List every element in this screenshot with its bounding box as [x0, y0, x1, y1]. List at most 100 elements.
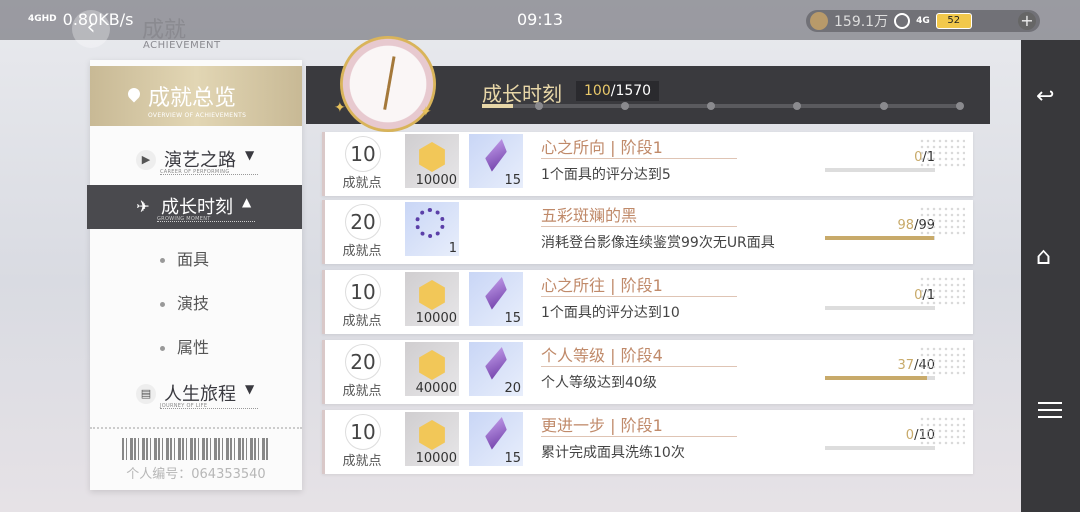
divider [160, 408, 258, 409]
progress-fill [825, 376, 927, 380]
progress-bar [825, 376, 935, 380]
divider [160, 174, 258, 175]
header-progress: 100/1570 [576, 81, 660, 101]
points-label: 成就点 [342, 176, 382, 191]
reward-count: 1 [448, 241, 457, 256]
status-right: 159.1万 4G 52 + [806, 10, 1040, 32]
crystal-icon [482, 274, 511, 312]
progress-current: 0 [905, 428, 915, 443]
reward-item[interactable]: 10000 [405, 134, 459, 188]
progress-bar [825, 236, 935, 240]
system-nav-bar [1021, 40, 1080, 512]
achievement-row[interactable]: 20成就点1五彩斑斓的黑消耗登台影像连续鉴赏99次无UR面具98/99 [322, 200, 973, 264]
bullet-icon [160, 258, 165, 263]
reward-item[interactable]: 15 [469, 412, 523, 466]
achievement-desc: 消耗登台影像连续鉴赏99次无UR面具 [541, 235, 775, 251]
achievement-row[interactable]: 20成就点4000020个人等级 | 阶段4个人等级达到40级37/40 [322, 340, 973, 404]
points-value: 10 [345, 136, 381, 172]
plane-icon: ✈ [136, 197, 150, 216]
title-underline [541, 158, 737, 159]
chevron-down-icon: ▼ [245, 382, 255, 396]
medal-icon [419, 142, 445, 172]
progress-bar [825, 306, 935, 310]
achievement-row[interactable]: 10成就点1000015心之所往 | 阶段11个面具的评分达到100/1 [322, 270, 973, 334]
progress-bar [825, 446, 935, 450]
progress-total: /1570 [610, 83, 652, 99]
medal-icon [419, 350, 445, 380]
milestone-dot [793, 102, 802, 110]
progress-current: 37 [897, 358, 915, 373]
sidebar-subitem-attribute[interactable]: 属性 [160, 334, 209, 358]
chevron-down-icon: ▼ [245, 148, 255, 162]
reward-count: 15 [504, 311, 521, 326]
sidebar-subitem-acting[interactable]: 演技 [160, 290, 209, 314]
coin-icon [810, 12, 828, 30]
progress-current: 100 [584, 83, 611, 99]
reward-count: 10000 [415, 311, 457, 326]
achievement-desc: 个人等级达到40级 [541, 375, 657, 391]
milestone-dot [535, 102, 544, 110]
crystal-icon [482, 414, 511, 452]
dot-pattern [919, 276, 965, 306]
title-underline [541, 366, 737, 367]
sidebar-item-career[interactable]: ▶ 演艺之路 ▼ CAREER OF PERFORMING [90, 138, 302, 182]
crystal-icon [482, 344, 511, 382]
achievement-row[interactable]: 10成就点1000015心之所向 | 阶段11个面具的评分达到50/1 [322, 132, 973, 196]
mask-icon [415, 208, 445, 238]
achievement-row[interactable]: 10成就点1000015更进一步 | 阶段1累计完成面具洗练10次0/10 [322, 410, 973, 474]
crystal-icon [482, 136, 511, 174]
coin-count: 159.1万 [834, 14, 889, 30]
dot-pattern [919, 416, 965, 446]
achievement-points: 10 成就点 [331, 410, 393, 474]
overview-tab[interactable]: 成就总览 OVERVIEW OF ACHIEVEMENTS [90, 66, 302, 126]
back-button[interactable]: ‹ [72, 10, 110, 48]
achievement-points: 10 成就点 [331, 132, 393, 196]
back-arrow-icon[interactable]: ↩ [1036, 86, 1062, 108]
reward-item[interactable]: 15 [469, 272, 523, 326]
subitem-label: 面具 [177, 250, 210, 269]
medal-icon [419, 420, 445, 450]
home-icon[interactable]: ⌂ [1036, 244, 1066, 268]
points-label: 成就点 [342, 244, 382, 259]
bullet-icon [160, 302, 165, 307]
sidebar: 成就总览 OVERVIEW OF ACHIEVEMENTS ▶ 演艺之路 ▼ C… [87, 60, 302, 490]
reward-item[interactable]: 20 [469, 342, 523, 396]
clock-hand [383, 87, 390, 110]
subitem-label: 属性 [177, 338, 210, 357]
network-label: 4G [916, 16, 930, 26]
achievement-desc: 1个面具的评分达到5 [541, 167, 671, 183]
reward-item[interactable]: 10000 [405, 412, 459, 466]
achievement-points: 20 成就点 [331, 340, 393, 404]
sidebar-item-journey[interactable]: ▤ 人生旅程 ▼ JOURNEY OF LIFE [90, 372, 302, 416]
player-id: 个人编号：064353540 [126, 467, 266, 482]
reward-item[interactable]: 40000 [405, 342, 459, 396]
dot-pattern [919, 206, 965, 236]
milestone-dot [956, 102, 964, 110]
progress-bar [825, 168, 935, 172]
points-value: 10 [345, 274, 381, 310]
sidebar-subitem-mask[interactable]: 面具 [160, 246, 209, 270]
title-underline [541, 296, 737, 297]
achievement-title: 个人等级 | 阶段4 [541, 346, 663, 365]
reward-count: 10000 [415, 451, 457, 466]
milestone-dot [879, 102, 888, 110]
points-value: 10 [345, 414, 381, 450]
milestone-dot [707, 102, 716, 110]
achievement-title: 心之所往 | 阶段1 [541, 276, 663, 295]
document-icon: ▤ [136, 384, 156, 404]
reward-count: 15 [504, 173, 521, 188]
sidebar-item-growing[interactable]: ✈ 成长时刻 ▲ GROWING MOMENT [87, 185, 302, 229]
camera-icon: ▶ [136, 150, 156, 170]
divider [157, 221, 255, 222]
subitem-label: 演技 [177, 294, 210, 313]
reward-item[interactable]: 10000 [405, 272, 459, 326]
page-subtitle: ACHIEVEMENT [143, 40, 221, 51]
sparkle-icon: ✦ [334, 100, 346, 116]
reward-count: 15 [504, 451, 521, 466]
reward-item[interactable]: 1 [405, 202, 459, 256]
reward-item[interactable]: 15 [469, 134, 523, 188]
menu-icon[interactable] [1038, 402, 1062, 422]
add-coins-button[interactable]: + [1018, 12, 1036, 30]
achievement-points: 20 成就点 [331, 200, 393, 264]
overview-title: 成就总览 [148, 86, 237, 111]
